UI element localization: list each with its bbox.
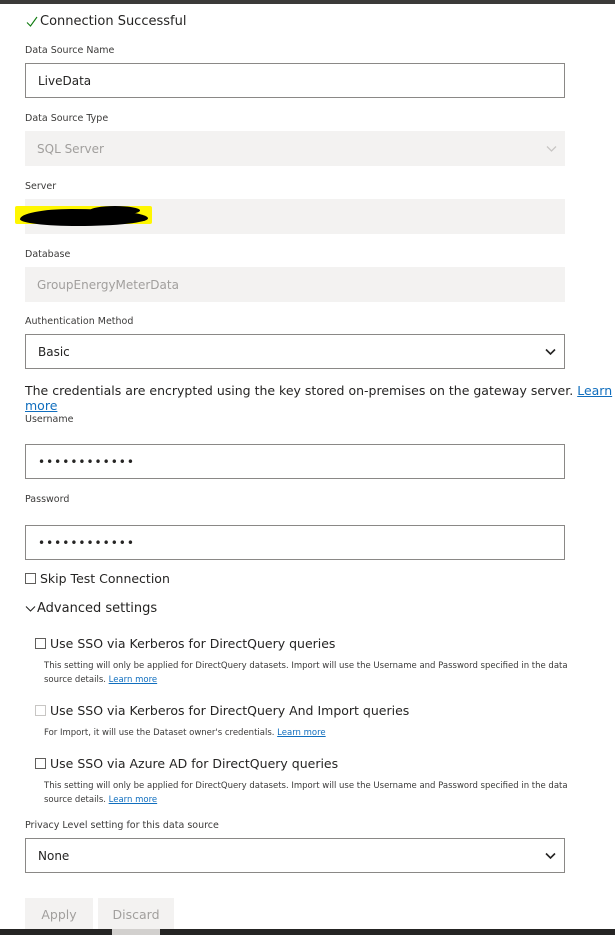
privacy-level-label: Privacy Level setting for this data sour…	[25, 820, 219, 831]
skip-test-label: Skip Test Connection	[40, 571, 170, 586]
data-source-type-select: SQL Server	[25, 131, 565, 166]
username-value: ••••••••••••	[38, 454, 135, 469]
sso-kerberos-directquery-option[interactable]: Use SSO via Kerberos for DirectQuery que…	[35, 636, 335, 651]
data-source-name-label: Data Source Name	[25, 45, 115, 56]
sso-kerberos-import-learn-more-link[interactable]: Learn more	[277, 728, 325, 738]
sso-azure-ad-desc: This setting will only be applied for Di…	[44, 779, 589, 807]
sso-azure-ad-option[interactable]: Use SSO via Azure AD for DirectQuery que…	[35, 756, 338, 771]
password-input[interactable]: ••••••••••••	[25, 525, 565, 560]
sso-kerberos-import-desc: For Import, it will use the Dataset owne…	[44, 726, 589, 740]
bottom-scroll-indicator	[112, 929, 160, 935]
privacy-level-value: None	[38, 848, 70, 863]
data-source-name-input[interactable]: LiveData	[25, 63, 565, 98]
password-value: ••••••••••••	[38, 535, 135, 550]
redaction-mark-top	[90, 206, 140, 215]
sso-kerberos-import-option: Use SSO via Kerberos for DirectQuery And…	[35, 703, 409, 718]
auth-method-label: Authentication Method	[25, 316, 134, 327]
credentials-info-text: The credentials are encrypted using the …	[25, 383, 574, 398]
password-label: Password	[25, 494, 70, 505]
chevron-down-icon	[546, 145, 557, 152]
credentials-info: The credentials are encrypted using the …	[25, 383, 615, 413]
sso-kerberos-import-label: Use SSO via Kerberos for DirectQuery And…	[50, 703, 410, 718]
chevron-down-icon	[545, 852, 556, 859]
connection-status: Connection Successful	[26, 14, 186, 29]
connection-status-text: Connection Successful	[40, 14, 187, 29]
sso-kerberos-directquery-label: Use SSO via Kerberos for DirectQuery que…	[50, 636, 336, 651]
username-label: Username	[25, 414, 74, 425]
sso-kerberos-directquery-desc: This setting will only be applied for Di…	[44, 659, 589, 687]
sso-kerberos-directquery-checkbox[interactable]	[35, 638, 46, 649]
data-source-type-value: SQL Server	[37, 141, 104, 156]
auth-method-value: Basic	[38, 344, 70, 359]
privacy-level-select[interactable]: None	[25, 838, 565, 873]
advanced-settings-toggle[interactable]: Advanced settings	[25, 601, 157, 616]
chevron-down-icon	[25, 605, 36, 612]
apply-button[interactable]: Apply	[25, 898, 93, 931]
sso-kerberos-import-desc-text: For Import, it will use the Dataset owne…	[44, 728, 275, 738]
bottom-border	[0, 929, 615, 935]
checkmark-icon	[26, 16, 38, 27]
sso-azure-ad-learn-more-link[interactable]: Learn more	[109, 795, 157, 805]
sso-kerberos-directquery-learn-more-link[interactable]: Learn more	[109, 675, 157, 685]
auth-method-select[interactable]: Basic	[25, 334, 565, 369]
database-label: Database	[25, 249, 71, 260]
sso-azure-ad-checkbox[interactable]	[35, 758, 46, 769]
username-input[interactable]: ••••••••••••	[25, 444, 565, 479]
discard-button[interactable]: Discard	[98, 898, 174, 931]
top-border	[0, 0, 615, 4]
database-input: GroupEnergyMeterData	[25, 267, 565, 302]
advanced-settings-label: Advanced settings	[37, 601, 158, 616]
data-source-type-label: Data Source Type	[25, 113, 109, 124]
sso-azure-ad-label: Use SSO via Azure AD for DirectQuery que…	[50, 756, 339, 771]
skip-test-connection[interactable]: Skip Test Connection	[25, 571, 170, 586]
server-label: Server	[25, 181, 57, 192]
sso-kerberos-import-checkbox	[35, 705, 46, 716]
skip-test-checkbox[interactable]	[25, 573, 36, 584]
chevron-down-icon	[545, 348, 556, 355]
data-source-name-value: LiveData	[38, 73, 92, 88]
database-value: GroupEnergyMeterData	[37, 277, 179, 292]
